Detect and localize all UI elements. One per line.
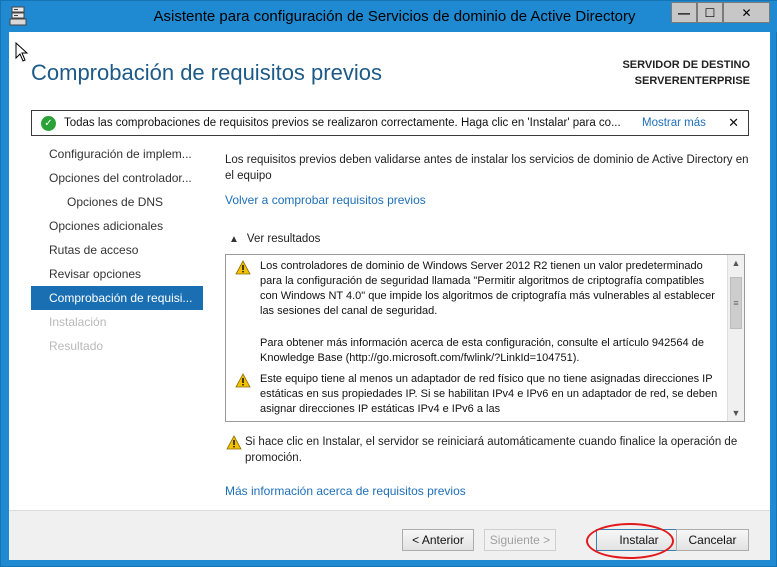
result-text: Este equipo tiene al menos un adaptador … bbox=[260, 373, 718, 415]
view-results-toggle[interactable]: ▲ Ver resultados bbox=[229, 233, 320, 245]
target-server-name: SERVERENTERPRISE bbox=[634, 75, 750, 87]
nav-item-paths[interactable]: Rutas de acceso bbox=[31, 238, 203, 262]
nav-item-review-options[interactable]: Revisar opciones bbox=[31, 262, 203, 286]
previous-button[interactable]: < Anterior bbox=[402, 529, 474, 551]
warning-icon bbox=[235, 373, 251, 388]
restart-warning-text: Si hace clic en Instalar, el servidor se… bbox=[245, 436, 738, 464]
notice-text: Todas las comprobaciones de requisitos p… bbox=[64, 117, 621, 129]
scroll-down-icon[interactable]: ▼ bbox=[728, 405, 744, 421]
target-server: SERVIDOR DE DESTINO SERVERENTERPRISE bbox=[622, 57, 750, 89]
warning-icon bbox=[235, 260, 251, 275]
main-pane: Los requisitos previos deben validarse a… bbox=[225, 152, 755, 498]
close-notice-icon[interactable]: ✕ bbox=[728, 115, 739, 131]
wizard-client-area: Comprobación de requisitos previos SERVI… bbox=[9, 32, 770, 560]
result-entry: Para obtener más información acerca de e… bbox=[234, 336, 720, 366]
window-title: Asistente para configuración de Servicio… bbox=[153, 8, 636, 25]
nav-item-results: Resultado bbox=[49, 339, 104, 353]
nav-item-dns-options[interactable]: Opciones de DNS bbox=[31, 190, 203, 214]
nav-item-additional-options[interactable]: Opciones adicionales bbox=[31, 214, 203, 238]
view-results-label: Ver resultados bbox=[246, 233, 321, 245]
maximize-button[interactable]: ☐ bbox=[697, 2, 723, 23]
install-button[interactable]: Instalar bbox=[596, 529, 682, 551]
scroll-thumb[interactable]: ≡ bbox=[730, 277, 742, 329]
nav-item-deployment-config[interactable]: Configuración de implem... bbox=[31, 142, 203, 166]
success-notice-bar: ✓ Todas las comprobaciones de requisitos… bbox=[31, 110, 749, 136]
recheck-prerequisites-link[interactable]: Volver a comprobar requisitos previos bbox=[225, 193, 426, 207]
nav-item-dc-options[interactable]: Opciones del controlador... bbox=[31, 166, 203, 190]
scroll-up-icon[interactable]: ▲ bbox=[728, 255, 744, 271]
show-more-link[interactable]: Mostrar más bbox=[642, 117, 706, 129]
check-circle-icon: ✓ bbox=[41, 115, 56, 131]
minimize-button[interactable]: — bbox=[671, 2, 697, 23]
page-title: Comprobación de requisitos previos bbox=[31, 60, 382, 85]
more-info-prerequisites-link[interactable]: Más información acerca de requisitos pre… bbox=[225, 484, 466, 498]
wizard-nav: Configuración de implem... Opciones del … bbox=[31, 142, 203, 358]
nav-item-installation: Instalación bbox=[49, 315, 107, 329]
result-text: Los controladores de dominio de Windows … bbox=[260, 260, 715, 317]
result-entry: Este equipo tiene al menos un adaptador … bbox=[234, 372, 720, 417]
next-button: Siguiente > bbox=[484, 529, 556, 551]
result-entry: Los controladores de dominio de Windows … bbox=[234, 259, 720, 319]
target-server-label: SERVIDOR DE DESTINO bbox=[622, 59, 750, 71]
chevron-up-icon: ▲ bbox=[229, 233, 239, 245]
close-window-button[interactable]: ✕ bbox=[723, 2, 770, 23]
restart-warning: Si hace clic en Instalar, el servidor se… bbox=[225, 434, 755, 466]
title-bar[interactable]: Asistente para configuración de Servicio… bbox=[1, 1, 777, 32]
nav-item-prerequisites-check[interactable]: Comprobación de requisi... bbox=[31, 286, 203, 310]
wizard-footer: < Anterior Siguiente > Instalar Cancelar bbox=[9, 511, 770, 560]
wizard-window: Asistente para configuración de Servicio… bbox=[0, 0, 777, 567]
cancel-button[interactable]: Cancelar bbox=[676, 529, 749, 551]
intro-text: Los requisitos previos deben validarse a… bbox=[225, 154, 749, 182]
warning-icon bbox=[226, 435, 242, 450]
result-text: Para obtener más información acerca de e… bbox=[260, 337, 704, 364]
results-scrollbar[interactable]: ▲ ≡ ▼ bbox=[727, 255, 744, 421]
results-textbox[interactable]: Los controladores de dominio de Windows … bbox=[225, 254, 745, 422]
mouse-pointer-icon bbox=[15, 42, 29, 62]
